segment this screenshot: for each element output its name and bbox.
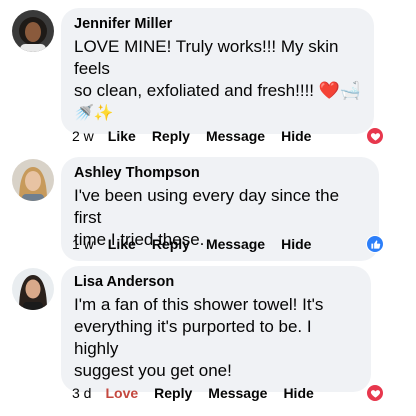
comment-timestamp[interactable]: 2 w	[72, 128, 94, 144]
love-button[interactable]: Love	[105, 385, 138, 401]
comment-text: LOVE MINE! Truly works!!! My skin feels …	[74, 36, 362, 124]
like-button[interactable]: Like	[108, 236, 136, 252]
thumbs-up-icon[interactable]	[366, 235, 384, 253]
comment-line: LOVE MINE! Truly works!!! My skin feels	[74, 37, 339, 78]
avatar[interactable]	[12, 268, 54, 310]
comment-line: suggest you get one!	[74, 361, 232, 380]
like-button[interactable]: Like	[108, 128, 136, 144]
avatar[interactable]	[12, 10, 54, 52]
comment-author[interactable]: Jennifer Miller	[74, 16, 362, 33]
comment-actions: 1 w Like Reply Message Hide	[72, 234, 327, 254]
reply-button[interactable]: Reply	[152, 236, 190, 252]
comment-text: I'm a fan of this shower towel! It's eve…	[74, 294, 359, 382]
message-button[interactable]: Message	[206, 236, 265, 252]
message-button[interactable]: Message	[206, 128, 265, 144]
avatar[interactable]	[12, 159, 54, 201]
heart-icon[interactable]	[366, 384, 384, 402]
comment-timestamp[interactable]: 1 w	[72, 236, 94, 252]
comment-actions: 2 w Like Reply Message Hide	[72, 126, 327, 146]
comment-line: everything it's purported to be. I highl…	[74, 317, 312, 358]
comment-line: I'm a fan of this shower towel! It's	[74, 295, 324, 314]
heart-icon[interactable]	[366, 127, 384, 145]
comment-line: so clean, exfoliated and fresh!!!! ❤️🛁	[74, 81, 362, 100]
reply-button[interactable]: Reply	[154, 385, 192, 401]
comment-actions: 3 d Love Reply Message Hide	[72, 383, 330, 403]
comment-timestamp[interactable]: 3 d	[72, 385, 91, 401]
hide-button[interactable]: Hide	[283, 385, 313, 401]
comment-author[interactable]: Lisa Anderson	[74, 274, 359, 291]
comment-bubble: Lisa Anderson I'm a fan of this shower t…	[61, 266, 371, 392]
comment-emoji-line: 🚿✨	[74, 105, 114, 122]
reply-button[interactable]: Reply	[152, 128, 190, 144]
message-button[interactable]: Message	[208, 385, 267, 401]
comment-author[interactable]: Ashley Thompson	[74, 165, 367, 182]
hide-button[interactable]: Hide	[281, 236, 311, 252]
hide-button[interactable]: Hide	[281, 128, 311, 144]
comment-bubble: Jennifer Miller LOVE MINE! Truly works!!…	[61, 8, 374, 134]
comment-line: I've been using every day since the firs…	[74, 186, 340, 227]
